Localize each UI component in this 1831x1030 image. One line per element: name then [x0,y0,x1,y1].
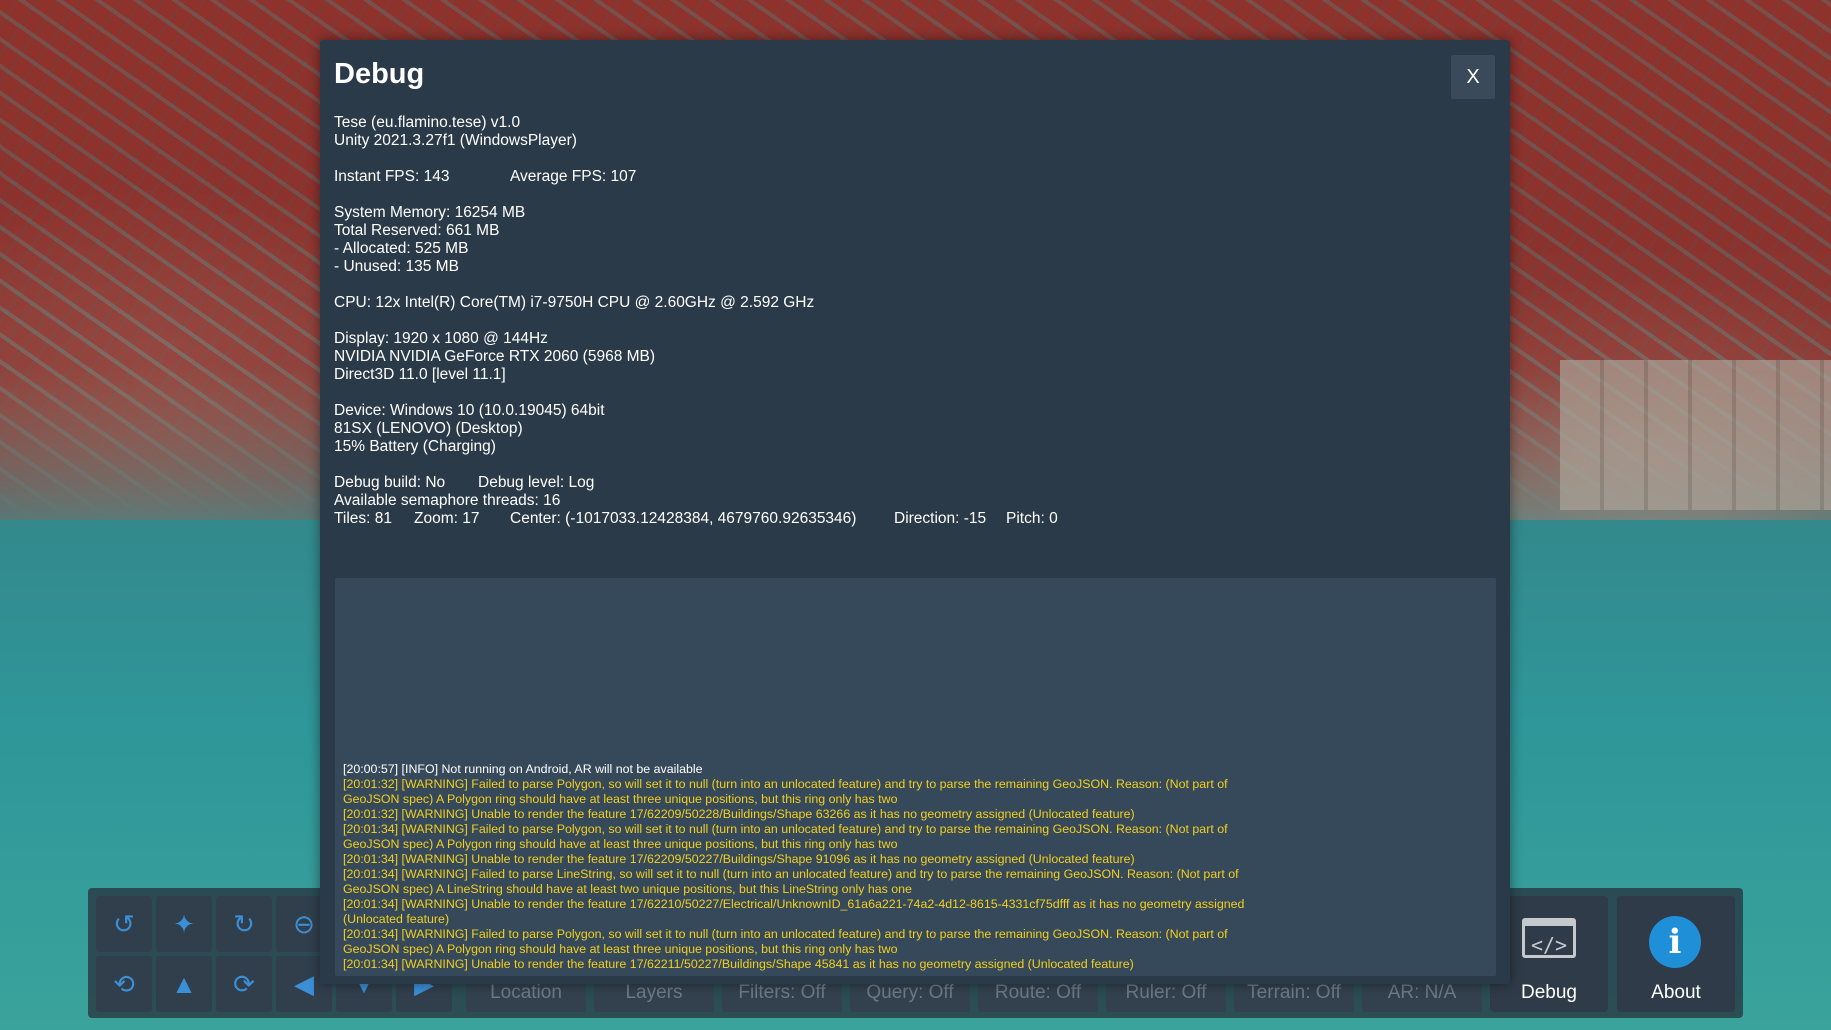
rotate-right-icon[interactable]: ↻ [216,896,272,952]
log-entry: [20:01:34] [WARNING] Unable to render th… [343,957,1134,971]
debug-build-row: Debug build: No Debug level: Log [334,474,1058,492]
allocated-memory: - Allocated: 525 MB [334,240,469,257]
log-entry: [20:01:32] [WARNING] Unable to render th… [343,807,1135,821]
device-info: Device: Windows 10 (10.0.19045) 64bit [334,402,605,419]
about-button[interactable]: i About [1617,896,1735,1012]
total-reserved: Total Reserved: 661 MB [334,222,500,239]
zoom-level: Zoom: 17 [414,510,480,527]
log-entry: [20:01:32] [WARNING] Failed to parse Pol… [343,777,1228,806]
compass-icon[interactable]: ✦ [156,896,212,952]
info-icon: i [1649,916,1701,968]
unity-version: Unity 2021.3.27f1 (WindowsPlayer) [334,132,577,149]
log-entry: [20:01:34] [WARNING] Failed to parse Lin… [343,867,1239,896]
debug-button-label: Debug [1521,982,1577,1003]
graphics-api: Direct3D 11.0 [level 11.1] [334,366,506,383]
about-button-label: About [1651,982,1701,1003]
system-memory: System Memory: 16254 MB [334,204,526,221]
pitch-icon[interactable]: ▲ [156,956,212,1012]
app-version: Tese (eu.flamino.tese) v1.0 [334,114,521,131]
debug-info: Tese (eu.flamino.tese) v1.0 Unity 2021.3… [334,114,1058,528]
close-button[interactable]: X [1451,55,1495,99]
dialog-title: Debug [334,58,425,90]
log-entry: [20:00:57] [INFO] Not running on Android… [343,762,703,776]
log-entry: [20:01:34] [WARNING] Unable to render th… [343,852,1135,866]
code-icon: </> [1522,918,1576,958]
map-direction: Direction: -15 [894,510,987,527]
log-entry: [20:01:34] [WARNING] Unable to render th… [343,897,1245,926]
device-model: 81SX (LENOVO) (Desktop) [334,420,523,437]
log-list: [20:00:57] [INFO] Not running on Android… [343,762,1278,972]
gpu-info: NVIDIA NVIDIA GeForce RTX 2060 (5968 MB) [334,348,656,365]
fps-row: Instant FPS: 143 Average FPS: 107 [334,168,1058,186]
log-entry: [20:01:34] [WARNING] Failed to parse Pol… [343,927,1228,956]
display-info: Display: 1920 x 1080 @ 144Hz [334,330,548,347]
debug-level: Debug level: Log [478,474,595,491]
unused-memory: - Unused: 135 MB [334,258,459,275]
battery-status: 15% Battery (Charging) [334,438,496,455]
debug-build: Debug build: No [334,474,446,491]
tilt-down-icon[interactable]: ⟳ [216,956,272,1012]
map-state-row: Tiles: 81 Zoom: 17 Center: (-1017033.12428… [334,510,1058,528]
debug-dialog: Debug X Tese (eu.flamino.tese) v1.0 Unit… [320,40,1510,984]
rotate-left-icon[interactable]: ↺ [96,896,152,952]
semaphore-threads: Available semaphore threads: 16 [334,492,561,509]
cpu-info: CPU: 12x Intel(R) Core(TM) i7-9750H CPU … [334,294,815,311]
map-center: Center: (-1017033.12428384, 4679760.9263… [510,510,857,527]
tiles-count: Tiles: 81 [334,510,393,527]
harbor-area [1560,360,1831,510]
tilt-up-icon[interactable]: ⟲ [96,956,152,1012]
average-fps: Average FPS: 107 [510,168,637,185]
log-entry: [20:01:34] [WARNING] Failed to parse Pol… [343,822,1228,851]
instant-fps: Instant FPS: 143 [334,168,450,185]
log-console[interactable]: [20:00:57] [INFO] Not running on Android… [335,578,1496,976]
map-pitch: Pitch: 0 [1006,510,1058,527]
